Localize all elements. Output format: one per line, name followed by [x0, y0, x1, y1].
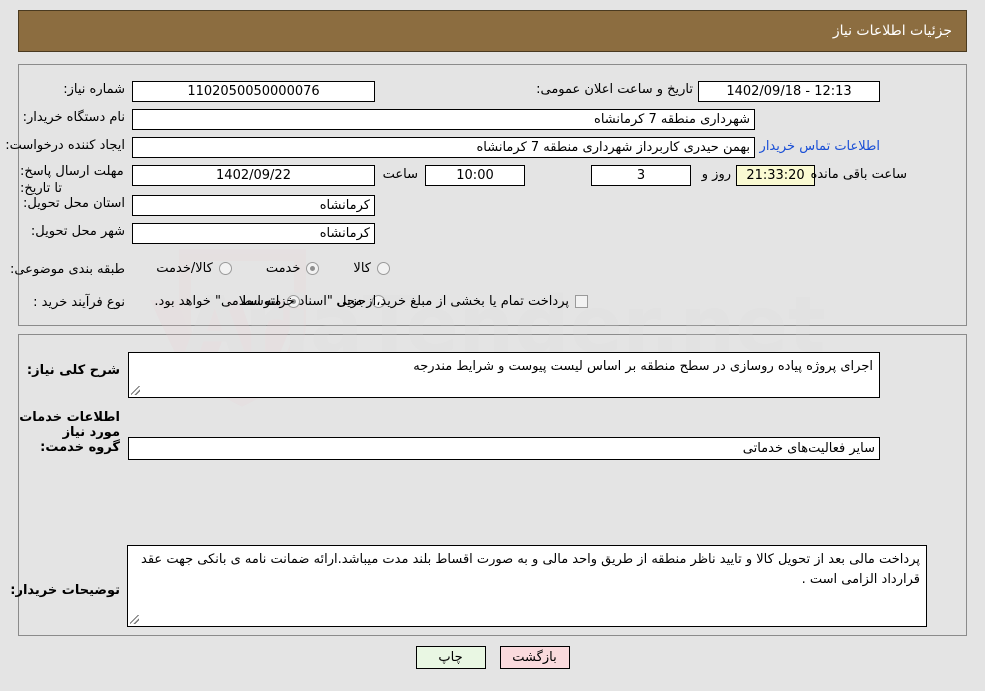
buyer-org-row: نام دستگاه خریدار: [23, 110, 125, 125]
announce-label-row: تاریخ و ساعت اعلان عمومی: [536, 82, 693, 97]
need-number-row: شماره نیاز: [63, 82, 125, 97]
radio-kala[interactable] [377, 262, 390, 275]
page-root: AriaTender.net جزئیات اطلاعات نیاز شماره… [0, 0, 985, 691]
general-desc-label: شرح کلی نیاز: [26, 363, 120, 378]
category-option-khedmat-label: خدمت [265, 261, 301, 276]
remaining-days-value: 3 [591, 165, 691, 186]
deadline-label: مهلت ارسال پاسخ: تا تاریخ: [20, 164, 124, 196]
province-row: استان محل تحویل: [23, 196, 125, 211]
creator-value: بهمن حیدری کاربرداز شهرداری منطقه 7 کرما… [132, 137, 755, 158]
radio-kala-khedmat[interactable] [218, 262, 232, 275]
buyer-notes-textarea[interactable]: پرداخت مالی بعد از تحویل کالا و تایید نا… [127, 545, 927, 627]
category-option-kala-khedmat[interactable]: کالا/خدمت [156, 261, 232, 276]
countdown-label: ساعت باقی مانده [810, 167, 907, 182]
remaining-days-label: روز و [701, 167, 731, 182]
process-label: نوع فرآیند خرید : [33, 295, 125, 310]
category-label: طبقه بندی موضوعی: [9, 262, 125, 277]
buyer-org-value: شهرداری منطقه 7 کرمانشاه [132, 109, 755, 130]
category-row: طبقه بندی موضوعی: [10, 262, 125, 277]
category-option-kala[interactable]: کالا [353, 261, 390, 276]
announce-date-label: تاریخ و ساعت اعلان عمومی: [536, 82, 693, 97]
treasury-checkbox-option[interactable]: پرداخت تمام یا بخشی از مبلغ خرید،از محل … [154, 294, 588, 309]
service-group-label: گروه خدمت: [40, 440, 120, 455]
buyer-contact-link[interactable]: اطلاعات تماس خریدار [760, 139, 880, 154]
page-title: جزئیات اطلاعات نیاز [832, 23, 952, 39]
category-option-khedmat[interactable]: خدمت [266, 261, 320, 276]
service-group-value: سایر فعالیت‌های خدماتی [128, 437, 880, 460]
category-option-kala-khedmat-label: کالا/خدمت [156, 261, 213, 276]
treasury-checkbox-label: پرداخت تمام یا بخشی از مبلغ خرید،از محل … [154, 294, 569, 309]
footer-button-bar: بازگشت چاپ [0, 646, 985, 669]
need-number-label: شماره نیاز: [63, 82, 125, 97]
city-value: کرمانشاه [132, 223, 375, 244]
services-heading: اطلاعات خدمات مورد نیاز [19, 410, 120, 440]
creator-row: ایجاد کننده درخواست: [5, 138, 125, 153]
province-label: استان محل تحویل: [23, 196, 125, 211]
countdown-value: 21:33:20 [736, 165, 815, 186]
category-option-kala-label: کالا [353, 261, 371, 276]
deadline-date-value: 1402/09/22 [132, 165, 375, 186]
city-label: شهر محل تحویل: [30, 224, 125, 239]
deadline-row: مهلت ارسال پاسخ: تا تاریخ: [20, 163, 125, 197]
deadline-time-value: 10:00 [425, 165, 525, 186]
back-button[interactable]: بازگشت [499, 646, 570, 669]
category-radio-group: کالا خدمت کالا/خدمت [156, 261, 390, 276]
deadline-hour-label: ساعت [382, 167, 418, 182]
announce-date-value: 12:13 - 1402/09/18 [698, 81, 880, 102]
general-desc-textarea[interactable]: اجرای پروژه پیاده روسازی در سطح منطقه بر… [128, 352, 880, 398]
need-number-value: 1102050050000076 [132, 81, 375, 102]
page-title-bar: جزئیات اطلاعات نیاز [18, 10, 967, 52]
treasury-checkbox[interactable] [575, 295, 588, 308]
buyer-org-label: نام دستگاه خریدار: [22, 110, 125, 125]
process-row: نوع فرآیند خرید : [33, 295, 125, 310]
city-row: شهر محل تحویل: [31, 224, 125, 239]
print-button[interactable]: چاپ [415, 646, 486, 669]
buyer-notes-label: توضیحات خریدار: [10, 583, 120, 598]
radio-khedmat[interactable] [306, 262, 320, 275]
creator-label: ایجاد کننده درخواست: [5, 138, 125, 153]
province-value: کرمانشاه [132, 195, 375, 216]
